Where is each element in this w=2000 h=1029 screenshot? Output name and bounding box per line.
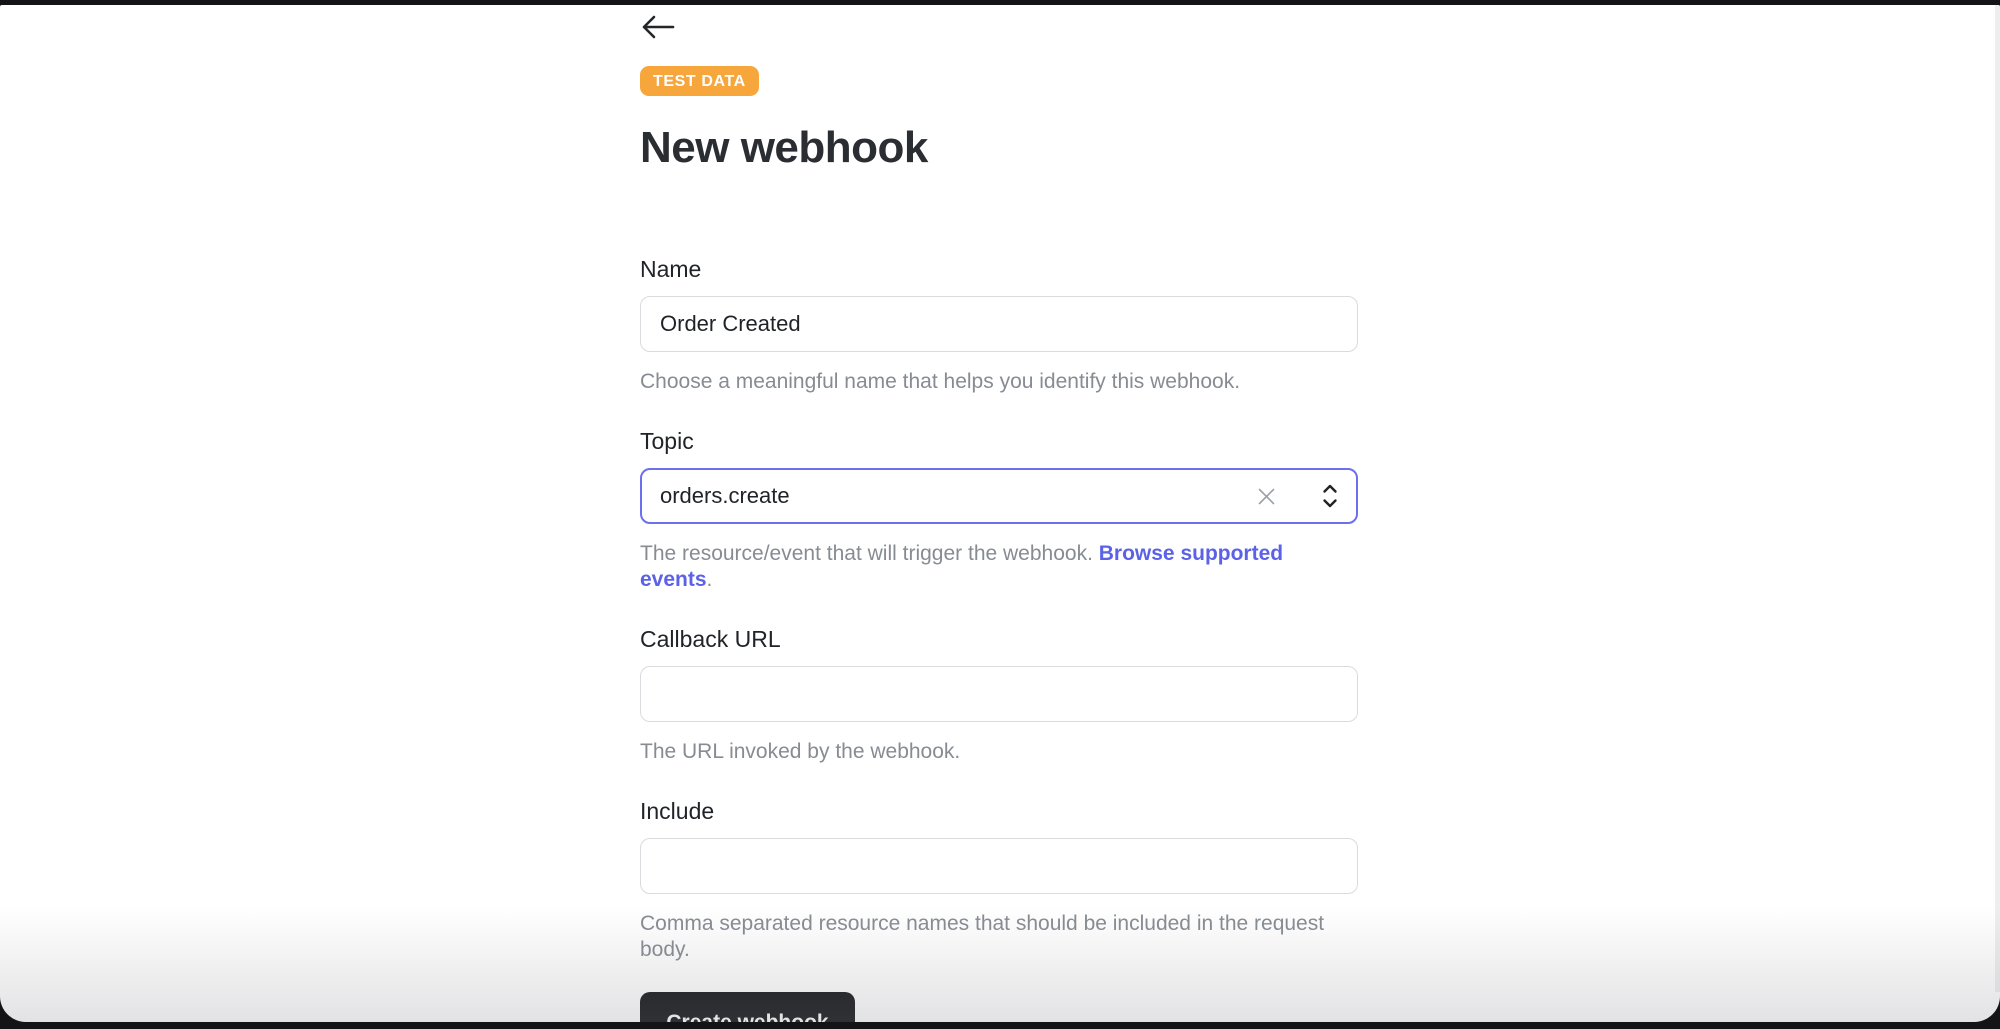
test-data-badge: TEST DATA: [640, 66, 759, 96]
topic-stepper-button[interactable]: [1313, 479, 1347, 513]
page-title: New webhook: [640, 123, 928, 172]
callback-url-input[interactable]: [640, 666, 1358, 722]
name-field-group: Name Choose a meaningful name that helps…: [640, 255, 1358, 395]
include-help-text: Comma separated resource names that shou…: [640, 912, 1325, 961]
clear-x-icon: [1257, 487, 1276, 506]
up-down-chevron-icon: [1320, 483, 1340, 509]
topic-help-text: The resource/event that will trigger the…: [640, 541, 1358, 593]
webhook-form-content: TEST DATA New webhook Name Choose a mean…: [640, 5, 1358, 1022]
include-label: Include: [640, 798, 715, 824]
back-button[interactable]: [640, 14, 680, 40]
topic-clear-button[interactable]: [1249, 479, 1283, 513]
topic-help-prefix: The resource/event that will trigger the…: [640, 542, 1099, 565]
new-webhook-form: Name Choose a meaningful name that helps…: [640, 255, 1358, 1022]
name-label: Name: [640, 256, 702, 282]
include-input[interactable]: [640, 838, 1358, 894]
topic-label: Topic: [640, 428, 694, 454]
page-panel: TEST DATA New webhook Name Choose a mean…: [0, 5, 2000, 1022]
scrollbar-track[interactable]: [1995, 5, 2000, 992]
topic-help-suffix: .: [706, 568, 713, 591]
name-input[interactable]: [640, 296, 1358, 352]
name-help-text: Choose a meaningful name that helps you …: [640, 370, 1241, 393]
topic-selected-value: orders.create: [660, 483, 790, 508]
include-field-group: Include Comma separated resource names t…: [640, 797, 1358, 963]
callback-url-help-text: The URL invoked by the webhook.: [640, 740, 961, 763]
create-webhook-button[interactable]: Create webhook: [640, 992, 855, 1022]
topic-select[interactable]: orders.create: [640, 468, 1358, 524]
back-arrow-icon: [640, 14, 676, 40]
callback-url-label: Callback URL: [640, 626, 781, 652]
callback-url-field-group: Callback URL The URL invoked by the webh…: [640, 625, 1358, 765]
topic-field-group: Topic orders.create The resource/event t…: [640, 427, 1358, 593]
